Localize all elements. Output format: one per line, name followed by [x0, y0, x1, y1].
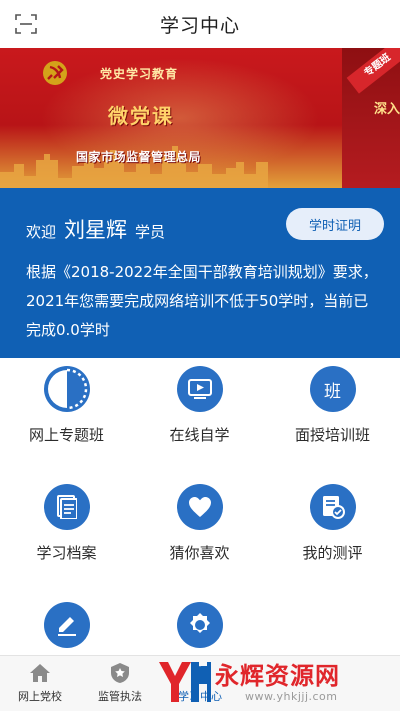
credit-certificate-button[interactable]: 学时证明	[286, 208, 384, 240]
grid-item-self-study[interactable]: 在线自学	[133, 358, 266, 468]
watermark-text: 永辉资源网	[215, 662, 340, 690]
grid-item-label: 面授培训班	[294, 426, 370, 444]
grid-item-my-evaluation[interactable]: 我的测评	[266, 476, 399, 586]
nav-online-party-school[interactable]: 网上党校	[0, 656, 80, 711]
banner-top-text: 党史学习教育	[100, 67, 179, 81]
watermark: 永辉资源网 www.yhkjjj.com	[145, 652, 400, 711]
user-role: 学员	[135, 223, 166, 241]
top-bar: 学习中心	[0, 0, 400, 48]
banner-next-slide: 专题班 深入	[342, 48, 400, 188]
banner-side-text: 深入	[373, 102, 400, 117]
user-name: 刘星辉	[64, 218, 128, 242]
class-icon: 班	[309, 366, 356, 412]
grid-item-study-archive[interactable]: 学习档案	[0, 476, 133, 586]
progress-circle-icon	[43, 366, 90, 412]
home-icon	[30, 664, 50, 682]
grid-item-recommend[interactable]: 猜你喜欢	[133, 476, 266, 586]
grid-item-face-training[interactable]: 班 面授培训班	[266, 358, 399, 468]
settings-gear-icon	[176, 602, 223, 648]
video-play-icon	[176, 366, 223, 412]
document-icon	[43, 484, 90, 530]
promo-banner[interactable]: 党史学习教育 微党课 国家市场监督管理总局 专题班 深入	[0, 48, 400, 188]
party-emblem-icon	[43, 61, 67, 85]
evaluation-icon	[309, 484, 356, 530]
page-title: 学习中心	[159, 14, 240, 37]
banner-main-text: 微党课	[108, 104, 174, 128]
watermark-url: www.yhkjjj.com	[245, 690, 338, 703]
edit-icon	[43, 602, 90, 648]
grid-item-label: 学习档案	[36, 544, 97, 562]
grid-item-label: 我的测评	[302, 544, 363, 562]
banner-sub-text: 国家市场监督管理总局	[76, 150, 202, 164]
heart-icon	[176, 484, 223, 530]
class-glyph: 班	[324, 381, 341, 402]
nav-label: 监管执法	[98, 690, 142, 703]
grid-item-label: 在线自学	[169, 426, 230, 444]
topic-ribbon: 专题班	[346, 48, 400, 94]
watermark-logo-icon	[159, 662, 211, 702]
training-requirement-notice: 根据《2018-2022年全国干部教育培训规划》要求，2021年您需要完成网络培…	[26, 263, 378, 339]
nav-label: 网上党校	[18, 690, 62, 703]
grid-item-online-class[interactable]: 网上专题班	[0, 358, 133, 468]
badge-star-icon	[111, 663, 129, 683]
grid-item-label: 猜你喜欢	[169, 544, 230, 562]
user-card: 欢迎 刘星辉 学员 学时证明 根据《2018-2022年全国干部教育培训规划》要…	[0, 188, 400, 358]
grid-item-label: 网上专题班	[28, 426, 104, 444]
scan-icon[interactable]	[14, 12, 38, 36]
welcome-line: 欢迎 刘星辉 学员	[26, 214, 165, 244]
welcome-label: 欢迎	[26, 223, 57, 241]
